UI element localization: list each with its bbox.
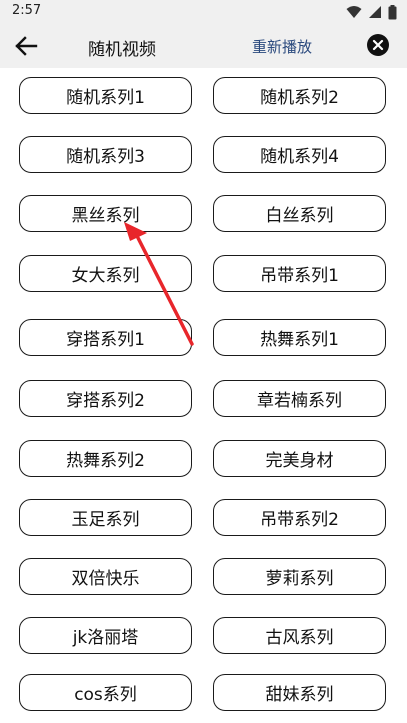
category-button[interactable]: cos系列	[19, 674, 192, 711]
wifi-icon	[346, 6, 362, 18]
category-button[interactable]: 热舞系列2	[19, 440, 192, 477]
category-button[interactable]: 章若楠系列	[213, 380, 386, 417]
category-button[interactable]: 女大系列	[19, 255, 192, 292]
back-arrow-icon[interactable]	[12, 32, 40, 60]
category-button[interactable]: 玉足系列	[19, 499, 192, 536]
status-icons	[346, 4, 397, 20]
close-icon	[372, 39, 384, 51]
category-button[interactable]: 随机系列4	[213, 136, 386, 173]
category-button[interactable]: 萝莉系列	[213, 558, 386, 595]
close-button[interactable]	[367, 34, 389, 56]
video-category-grid: 随机系列1 随机系列2 随机系列3 随机系列4 黑丝系列 白丝系列 女大系列 吊…	[0, 68, 407, 723]
status-bar: 2:57	[0, 0, 407, 24]
category-button[interactable]: jk洛丽塔	[19, 617, 192, 654]
category-button[interactable]: 随机系列3	[19, 136, 192, 173]
battery-icon	[388, 4, 397, 19]
signal-icon	[369, 6, 381, 18]
category-button[interactable]: 黑丝系列	[19, 195, 192, 232]
category-button[interactable]: 穿搭系列1	[19, 319, 192, 356]
category-button[interactable]: 甜妹系列	[213, 674, 386, 711]
page-title: 随机视频	[88, 40, 156, 60]
category-button[interactable]: 热舞系列1	[213, 319, 386, 356]
category-button[interactable]: 吊带系列1	[213, 255, 386, 292]
category-button[interactable]: 白丝系列	[213, 195, 386, 232]
status-time: 2:57	[12, 3, 42, 18]
category-button[interactable]: 双倍快乐	[19, 558, 192, 595]
category-button[interactable]: 古风系列	[213, 617, 386, 654]
category-button[interactable]: 吊带系列2	[213, 499, 386, 536]
app-header: 随机视频 重新播放	[0, 24, 407, 68]
category-button[interactable]: 穿搭系列2	[19, 380, 192, 417]
category-button[interactable]: 随机系列2	[213, 77, 386, 114]
category-button[interactable]: 完美身材	[213, 440, 386, 477]
replay-button[interactable]: 重新播放	[252, 36, 312, 57]
category-button[interactable]: 随机系列1	[19, 77, 192, 114]
